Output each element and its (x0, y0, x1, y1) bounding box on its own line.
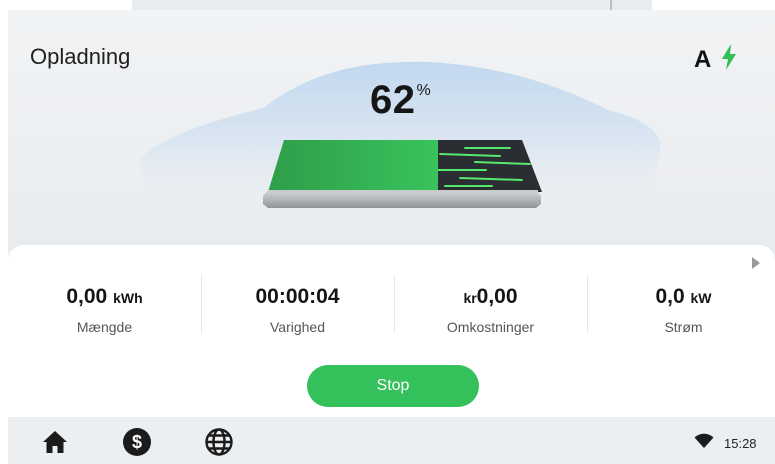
stats-card: 0,00 kWh Mængde 00:00:04 Varighed kr0,00… (8, 245, 775, 417)
home-icon[interactable] (40, 427, 70, 457)
battery-percent: 62% (370, 78, 431, 123)
stat-value: 0,0 kW (587, 285, 775, 309)
stop-button[interactable]: Stop (307, 365, 479, 407)
battery-percent-value: 62 (370, 78, 416, 122)
stat-power-value: 0,0 (655, 285, 685, 308)
stat-value: 00:00:04 (201, 285, 394, 309)
stat-amount-unit: kWh (113, 290, 143, 306)
page-title: Opladning (30, 44, 131, 69)
top-strip (0, 0, 775, 10)
stat-value: 0,00 kWh (8, 285, 201, 309)
charging-screen: Opladning A 62% 0,00 kWh Mængde 00:00:04… (8, 10, 775, 464)
stat-duration: 00:00:04 Varighed (201, 265, 394, 335)
top-tick (610, 0, 612, 10)
stat-duration-value: 00:00:04 (255, 285, 340, 308)
svg-text:$: $ (132, 432, 142, 452)
stat-power: 0,0 kW Strøm (587, 265, 775, 335)
mode-letter: A (694, 45, 712, 73)
hero-section: Opladning A 62% (8, 10, 775, 250)
battery-graphic (263, 140, 542, 208)
wifi-icon (694, 433, 714, 454)
stat-amount-label: Mængde (76, 319, 133, 335)
stat-cost-value: 0,00 (476, 285, 518, 308)
stat-cost: kr0,00 Omkostninger (394, 265, 587, 335)
status-area: 15:28 (694, 433, 757, 454)
percent-symbol: % (416, 82, 432, 99)
dollar-icon[interactable]: $ (122, 427, 152, 457)
stat-amount-value: 0,00 (66, 285, 108, 308)
stat-duration-label: Varighed (269, 319, 325, 335)
stat-cost-prefix: kr (463, 290, 477, 306)
bottom-nav-bar: $ 15:28 (8, 417, 775, 464)
globe-icon[interactable] (204, 427, 234, 457)
stat-amount: 0,00 kWh Mængde (8, 265, 201, 335)
charging-mode: A (694, 44, 737, 75)
stat-cost-label: Omkostninger (446, 319, 535, 335)
stat-power-unit: kW (690, 290, 712, 306)
top-ghost-bar (132, 0, 652, 10)
stat-power-label: Strøm (664, 319, 703, 335)
battery-fill (268, 140, 438, 192)
stat-value: kr0,00 (394, 285, 587, 309)
stats-row: 0,00 kWh Mængde 00:00:04 Varighed kr0,00… (8, 265, 775, 335)
status-time: 15:28 (724, 436, 757, 451)
lightning-bolt-icon (721, 44, 737, 75)
